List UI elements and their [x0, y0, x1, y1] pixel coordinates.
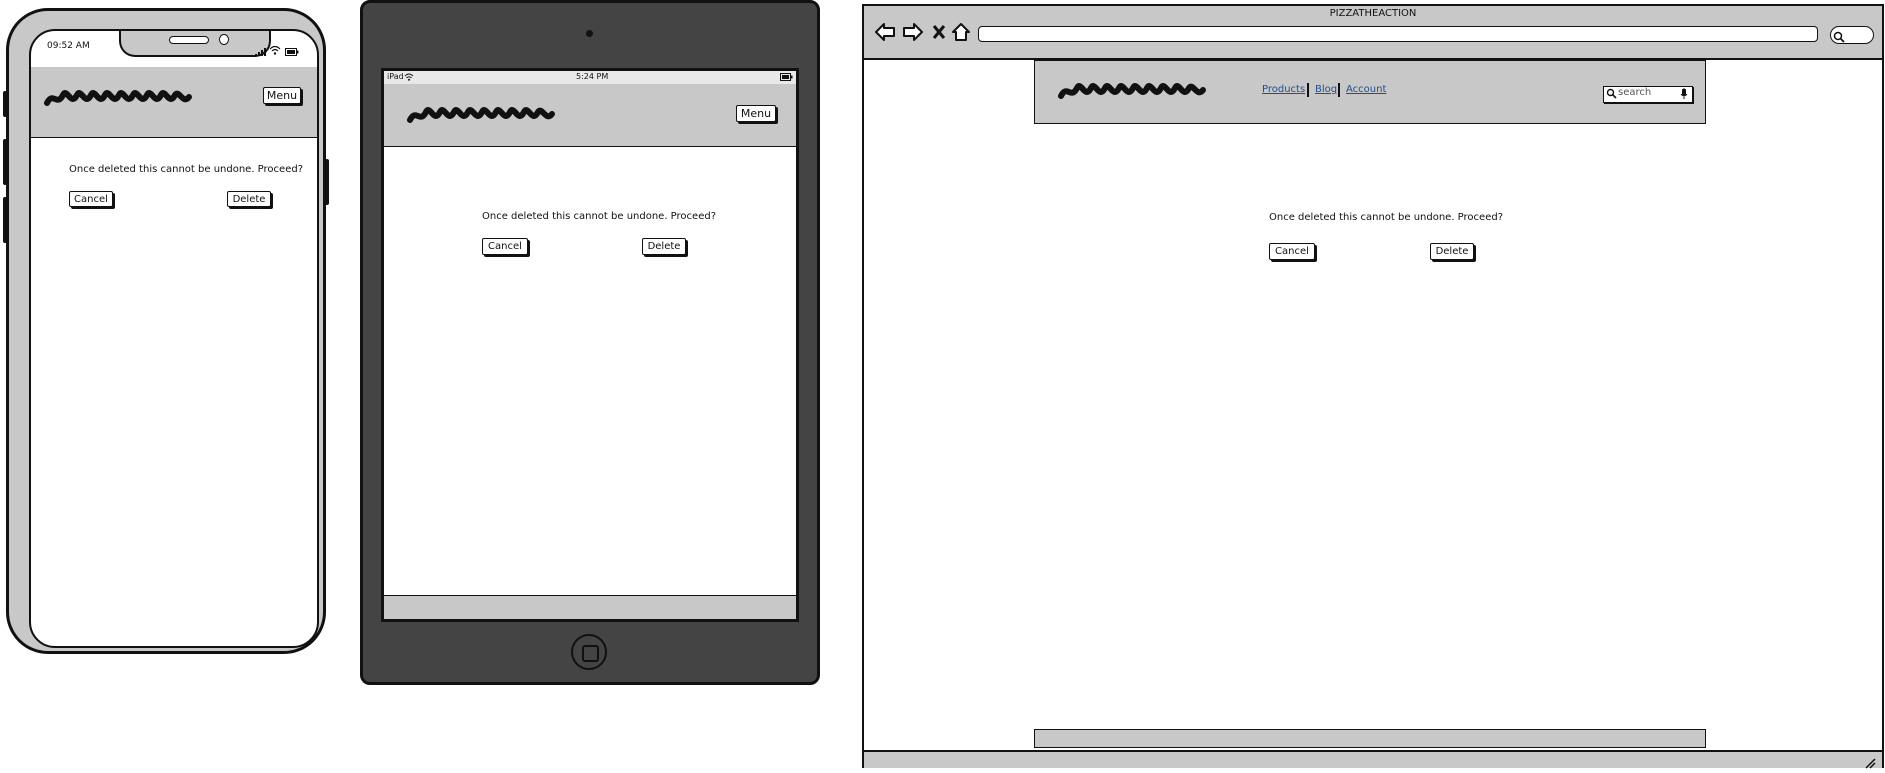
home-button-icon[interactable] — [571, 634, 607, 670]
phone-camera — [219, 34, 229, 45]
back-arrow-icon[interactable] — [874, 22, 896, 46]
status-time: 09:52 AM — [47, 41, 90, 51]
close-icon[interactable] — [932, 24, 946, 44]
site-header: Products Blog Account search — [1034, 60, 1706, 124]
phone-screen: 09:52 AM Menu Once deleted this cannot b… — [29, 29, 319, 648]
site-search-input[interactable]: search — [1603, 86, 1693, 103]
battery-icon — [780, 73, 793, 83]
cancel-button[interactable]: Cancel — [482, 238, 528, 255]
delete-button[interactable]: Delete — [642, 238, 686, 255]
nav-link-blog[interactable]: Blog — [1315, 84, 1337, 95]
tablet-status-bar: iPad 5:24 PM — [384, 71, 796, 85]
logo-scribble — [44, 90, 192, 106]
nav-link-account[interactable]: Account — [1346, 84, 1386, 95]
phone-notch — [119, 31, 271, 57]
forward-arrow-icon[interactable] — [902, 22, 924, 46]
tablet-footer — [384, 595, 796, 619]
tablet-status-time: 5:24 PM — [576, 72, 609, 81]
browser-toolbar: PIZZATHEACTION — [864, 6, 1882, 60]
phone-power-button — [325, 159, 329, 205]
wifi-icon — [269, 40, 281, 59]
phone-speaker — [169, 36, 209, 44]
confirm-message: Once deleted this cannot be undone. Proc… — [482, 211, 717, 222]
wifi-icon — [404, 72, 414, 83]
site-footer — [1034, 729, 1706, 748]
home-icon[interactable] — [952, 22, 970, 46]
search-icon — [1606, 88, 1617, 102]
nav-link-products[interactable]: Products — [1262, 84, 1305, 95]
tablet-carrier: iPad — [387, 72, 404, 81]
nav-separator — [1338, 83, 1340, 97]
tablet-camera — [586, 30, 593, 37]
browser-title: PIZZATHEACTION — [1329, 8, 1417, 19]
confirm-message: Once deleted this cannot be undone. Proc… — [69, 164, 304, 175]
tablet-header: Menu — [384, 84, 796, 147]
browser-search-field[interactable] — [1830, 26, 1874, 44]
confirm-message: Once deleted this cannot be undone. Proc… — [1269, 212, 1504, 223]
search-placeholder: search — [1618, 87, 1652, 98]
phone-header: Menu — [31, 67, 317, 138]
signal-icon — [255, 41, 267, 60]
delete-button[interactable]: Delete — [1430, 243, 1474, 260]
address-bar[interactable] — [978, 26, 1818, 42]
phone-side-button — [3, 91, 7, 117]
search-icon — [1833, 28, 1845, 47]
logo-scribble — [1058, 83, 1206, 99]
resize-grip-icon[interactable] — [1864, 754, 1876, 773]
nav-separator — [1307, 83, 1309, 97]
battery-icon — [285, 41, 299, 60]
phone-volume-down-button — [3, 197, 7, 243]
menu-button[interactable]: Menu — [736, 105, 776, 122]
phone-frame: 09:52 AM Menu Once deleted this cannot b… — [3, 8, 329, 654]
logo-scribble — [407, 107, 555, 123]
phone-volume-up-button — [3, 139, 7, 185]
microphone-icon[interactable] — [1680, 88, 1688, 103]
delete-button[interactable]: Delete — [227, 191, 271, 207]
menu-button[interactable]: Menu — [263, 87, 301, 104]
browser-status-bar — [864, 750, 1882, 769]
cancel-button[interactable]: Cancel — [1269, 243, 1315, 260]
cancel-button[interactable]: Cancel — [69, 191, 113, 207]
tablet-screen: iPad 5:24 PM Menu Once deleted this cann… — [381, 68, 799, 622]
tablet-frame: iPad 5:24 PM Menu Once deleted this cann… — [360, 0, 820, 685]
browser-window: PIZZATHEACTION Products Blog Account sea… — [862, 4, 1884, 769]
